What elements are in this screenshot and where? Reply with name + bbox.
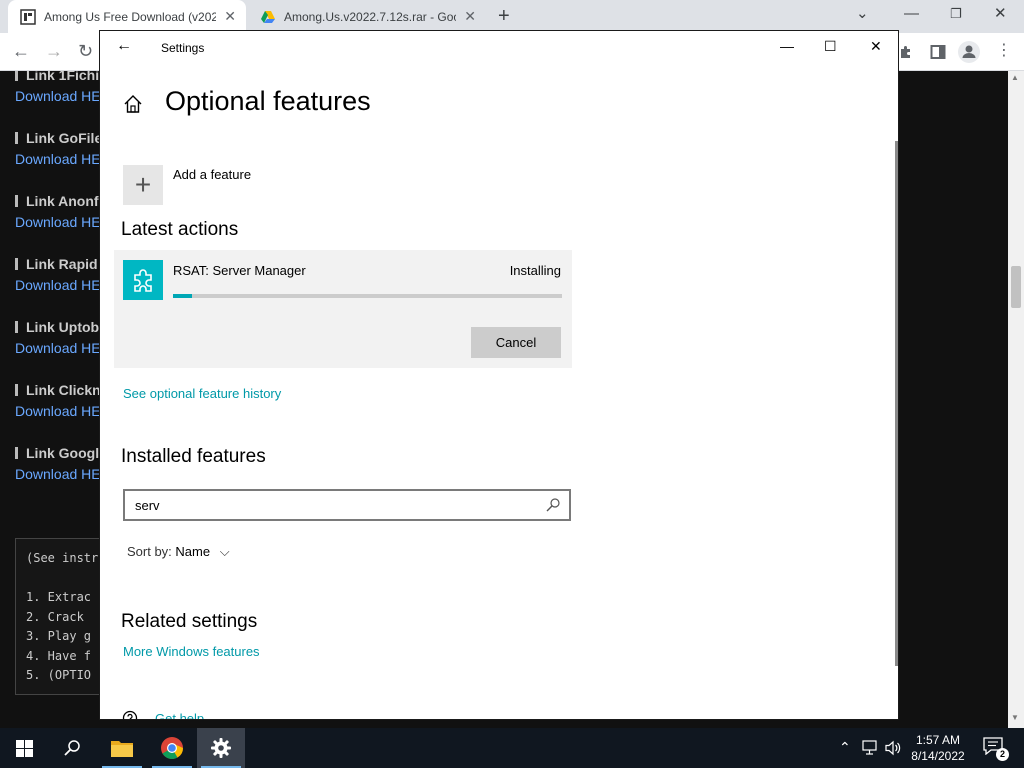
tab-search-chevron-icon[interactable]: ⌄ [856,4,869,24]
latest-actions-heading: Latest actions [121,219,239,240]
home-icon[interactable] [122,93,144,115]
sort-value[interactable]: Name [175,544,210,559]
side-panel-icon[interactable] [930,44,946,60]
google-drive-icon [261,10,275,23]
install-progress-bar [173,294,562,298]
system-clock[interactable]: 1:57 AM 8/14/2022 [905,732,971,764]
notification-count-badge: 2 [996,748,1009,761]
settings-minimize-icon[interactable]: — [780,37,794,55]
page-scrollbar-thumb[interactable] [1011,266,1021,308]
site-favicon-icon [20,8,36,25]
windows-start-icon[interactable] [0,728,48,768]
page-title: Optional features [165,86,371,116]
latest-action-card: RSAT: Server Manager Installing Cancel [114,250,572,368]
tab-close-icon[interactable]: ✕ [224,9,236,23]
settings-window-title: Settings [161,41,205,55]
get-help-link[interactable]: Get help [155,711,204,719]
link-heading: Link 1Fichi [15,71,99,83]
settings-scrollbar[interactable] [895,141,898,666]
help-chat-icon [122,710,138,719]
code-line: 4. Have f [26,649,92,663]
tab-title: Among.Us.v2022.7.12s.rar - Goog [284,9,456,24]
link-heading: Link Uptob [15,319,99,335]
browser-minimize-icon[interactable]: — [904,4,919,24]
kebab-menu-icon[interactable]: ⋮ [996,41,1012,61]
search-icon[interactable] [48,728,96,768]
scroll-up-arrow-icon[interactable]: ▲ [1011,73,1019,82]
code-line: 2. Crack [26,610,84,624]
puzzle-piece-icon [123,260,163,300]
tab-title: Among Us Free Download (v202 [44,9,216,24]
windows-taskbar: ⌃ 1:57 AM 8/14/2022 2 [0,728,1024,768]
install-progress-fill [173,294,193,298]
settings-window: ← Settings — ☐ ✕ Optional features + Add… [99,30,899,720]
chrome-icon[interactable] [148,728,196,768]
optional-feature-history-link[interactable]: See optional feature history [123,386,281,401]
feature-name: RSAT: Server Manager [173,263,306,278]
link-heading: Link Rapid [15,256,98,272]
code-line: (See instr [26,551,99,565]
code-line: 5. (OPTIO [26,668,92,682]
new-tab-plus-icon[interactable]: + [498,5,510,27]
clock-time: 1:57 AM [915,733,961,747]
browser-restore-icon[interactable]: ❐ [950,4,962,24]
network-icon[interactable] [862,740,880,756]
reload-icon[interactable]: ↻ [78,41,93,61]
forward-arrow-icon[interactable]: → [45,41,63,61]
settings-maximize-icon[interactable]: ☐ [824,37,837,55]
related-settings-heading: Related settings [121,611,258,632]
link-heading: Link Clickn [15,382,101,398]
download-link[interactable]: Download HE [15,403,101,419]
back-arrow-icon[interactable]: ← [12,41,30,61]
search-icon[interactable] [545,497,561,513]
page-scrollbar[interactable]: ▲ ▼ [1008,71,1024,731]
chevron-down-icon[interactable]: ⌵ [220,544,230,559]
browser-close-icon[interactable]: ✕ [994,4,1007,24]
code-line: 3. Play g [26,629,92,643]
clock-date: 8/14/2022 [911,749,965,763]
sort-control[interactable]: Sort by: Name ⌵ [127,544,230,560]
browser-tab-google-drive[interactable]: Among.Us.v2022.7.12s.rar - Goog ✕ [248,0,486,33]
link-heading: Link Anonf [15,193,99,209]
browser-tab-strip: Among Us Free Download (v202 ✕ Among.Us.… [0,0,1024,33]
scroll-down-arrow-icon[interactable]: ▼ [1011,713,1019,722]
sort-label: Sort by: [127,544,172,559]
cancel-button[interactable]: Cancel [471,327,561,358]
settings-back-arrow-icon[interactable]: ← [116,36,132,56]
more-windows-features-link[interactable]: More Windows features [123,644,260,659]
profile-icon[interactable] [958,41,980,63]
add-feature-plus-icon[interactable]: + [123,165,163,205]
code-line: 1. Extrac [26,590,92,604]
browser-tab-among-us[interactable]: Among Us Free Download (v202 ✕ [8,0,246,33]
settings-gear-icon[interactable] [197,728,245,768]
link-heading: Link GoFile [15,130,102,146]
link-heading: Link Googl [15,445,99,461]
search-input[interactable] [135,496,535,514]
download-link[interactable]: Download HE [15,214,101,230]
settings-close-icon[interactable]: ✕ [870,37,882,55]
download-link[interactable]: Download HE [15,88,101,104]
installed-features-heading: Installed features [121,446,266,467]
file-explorer-icon[interactable] [98,728,146,768]
action-center-icon[interactable]: 2 [983,737,1009,761]
add-feature-button[interactable]: Add a feature [173,167,251,182]
installed-features-search[interactable] [123,489,571,521]
tab-close-icon[interactable]: ✕ [464,9,476,23]
show-hidden-icons-chevron-icon[interactable]: ⌃ [839,738,851,756]
volume-icon[interactable] [884,740,902,756]
download-link[interactable]: Download HE [15,340,101,356]
download-link[interactable]: Download HE [15,151,101,167]
install-status: Installing [509,263,561,278]
extensions-puzzle-icon[interactable] [898,44,914,60]
download-link[interactable]: Download HE [15,277,101,293]
download-link[interactable]: Download HE [15,466,101,482]
